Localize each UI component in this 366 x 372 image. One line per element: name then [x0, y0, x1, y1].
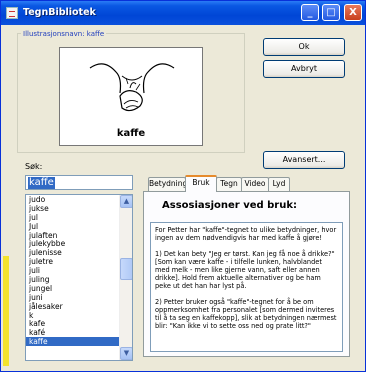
- app-icon: [6, 7, 18, 19]
- window-title: TegnBibliotek: [23, 7, 96, 18]
- list-item[interactable]: julekybbe: [26, 239, 132, 249]
- usage-paragraph: 1) Det kan bety "Jeg er tørst. Kan jeg f…: [155, 250, 335, 290]
- illustration-legend: Illustrasjonsnavn: kaffe: [21, 30, 107, 38]
- list-item[interactable]: judo: [26, 195, 132, 204]
- list-item[interactable]: juni: [26, 293, 132, 302]
- search-label: Søk:: [25, 162, 43, 171]
- tab-betydning[interactable]: Betydning: [148, 177, 187, 191]
- scroll-thumb[interactable]: [120, 258, 132, 280]
- scroll-up-icon[interactable]: ▲: [120, 195, 132, 208]
- yellow-strip: [3, 256, 9, 366]
- scroll-down-icon[interactable]: ▼: [120, 347, 132, 360]
- list-item[interactable]: jukse: [26, 204, 132, 213]
- list-item[interactable]: julaften: [26, 231, 132, 240]
- title-bar[interactable]: TegnBibliotek _ □ X: [1, 1, 365, 25]
- advanced-button[interactable]: Avansert...: [263, 151, 345, 169]
- ok-button[interactable]: Ok: [263, 38, 345, 56]
- bruk-panel: Assosiasjoner ved bruk: For Petter har "…: [143, 191, 350, 357]
- list-item[interactable]: julenisse: [26, 248, 132, 257]
- usage-paragraph: For Petter har "kaffe"-tegnet to ulike b…: [155, 226, 337, 242]
- list-item[interactable]: kafe: [26, 319, 132, 329]
- list-item[interactable]: kaffe: [26, 337, 132, 346]
- search-input-value: kaffe: [28, 177, 55, 189]
- list-item[interactable]: k: [26, 311, 132, 320]
- close-button[interactable]: X: [344, 4, 362, 21]
- minimize-button[interactable]: _: [301, 4, 319, 21]
- list-item[interactable]: jul: [26, 213, 132, 222]
- list-item[interactable]: juli: [26, 266, 132, 275]
- list-item[interactable]: juling: [26, 275, 132, 284]
- cancel-button[interactable]: Avbryt: [263, 60, 345, 78]
- picture-label: kaffe: [116, 128, 146, 139]
- maximize-button[interactable]: □: [322, 4, 340, 21]
- tab-video[interactable]: Video: [241, 177, 269, 191]
- tab-tegn[interactable]: Tegn: [216, 177, 242, 191]
- app-window: TegnBibliotek _ □ X Illustrasjonsnavn: k…: [0, 0, 366, 372]
- word-list-items: judo jukse jul Jul julaften julekybbe juleniss…: [26, 195, 132, 346]
- list-item[interactable]: Jul: [26, 222, 132, 231]
- usage-text[interactable]: For Petter har "kaffe"-tegnet to ulike b…: [150, 222, 343, 352]
- panel-heading: Assosiasjoner ved bruk:: [162, 200, 298, 211]
- list-item[interactable]: juletre: [26, 257, 132, 266]
- search-input[interactable]: kaffe: [25, 175, 133, 190]
- usage-paragraph: 2) Petter bruker også "kaffe"-tegnet for…: [155, 298, 337, 330]
- list-item[interactable]: jålesaker: [26, 302, 132, 311]
- word-list[interactable]: judo jukse jul Jul julaften julekybbe juleniss…: [25, 194, 133, 361]
- sign-picture: kaffe: [59, 47, 203, 146]
- list-scrollbar[interactable]: ▲ ▼: [119, 195, 132, 360]
- tab-bruk[interactable]: Bruk: [185, 175, 217, 192]
- list-item[interactable]: kafé: [26, 328, 132, 337]
- list-item[interactable]: jungel: [26, 284, 132, 293]
- tab-lyd[interactable]: Lyd: [268, 177, 290, 191]
